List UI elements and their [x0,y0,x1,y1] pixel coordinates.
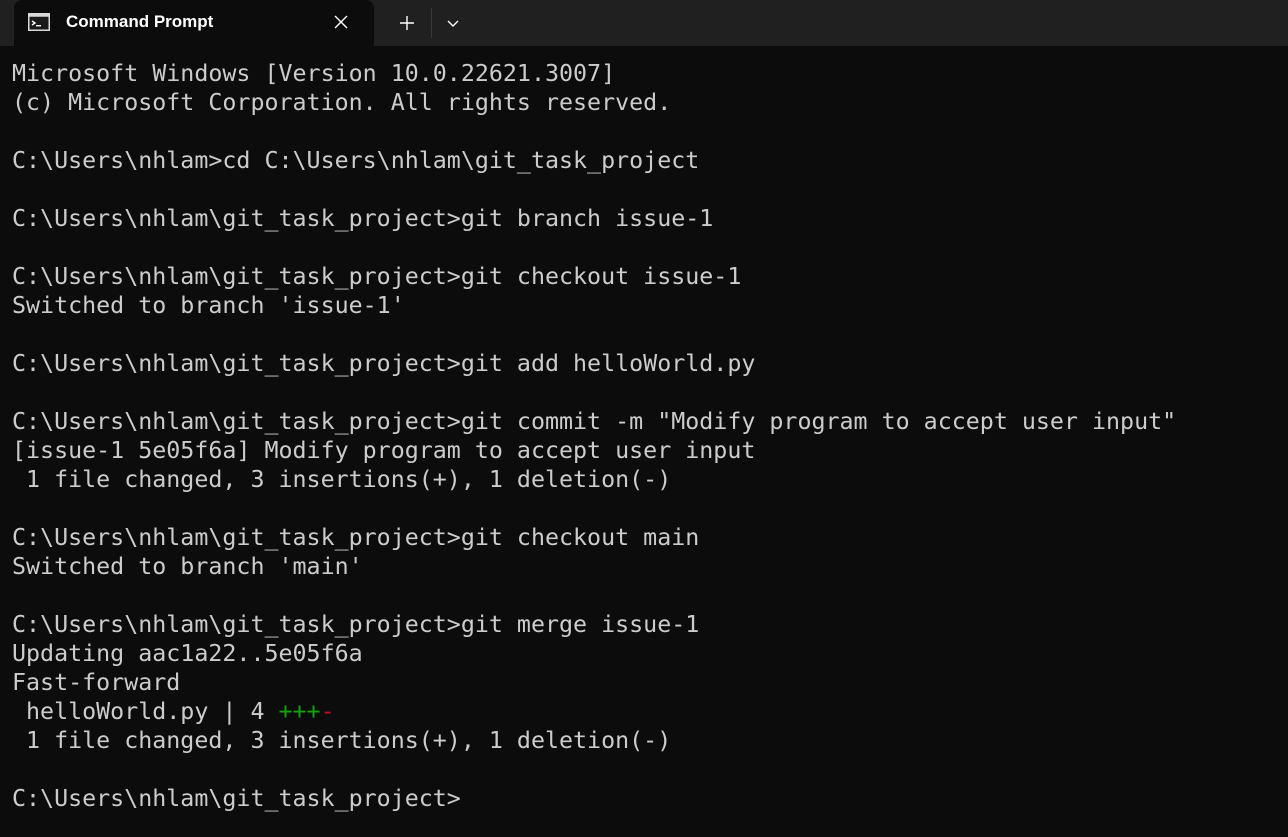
terminal-line: [issue-1 5e05f6a] Modify program to acce… [12,437,756,464]
terminal-line: C:\Users\nhlam>cd C:\Users\nhlam\git_tas… [12,147,700,174]
terminal-line: Fast-forward [12,669,181,696]
diffstat-text: helloWorld.py | 4 [12,698,279,725]
terminal-line: C:\Users\nhlam\git_task_project>git comm… [12,408,1177,435]
plus-icon[interactable] [392,9,422,37]
terminal-line: Updating aac1a22..5e05f6a [12,640,363,667]
toolbar-divider [431,8,432,38]
diffstat-deletions: - [320,698,335,725]
diffstat-insertions: +++ [278,698,321,725]
terminal-line: C:\Users\nhlam\git_task_project>git add … [12,350,756,377]
terminal-line: C:\Users\nhlam\git_task_project> [12,785,461,812]
terminal-line: Switched to branch 'main' [12,553,363,580]
terminal-window: Command Prompt Microsoft Windows [Versio… [0,0,1288,837]
terminal-line: C:\Users\nhlam\git_task_project>git merg… [12,611,700,638]
terminal-line: 1 file changed, 3 insertions(+), 1 delet… [12,727,672,754]
terminal-line: C:\Users\nhlam\git_task_project>git bran… [12,205,714,232]
terminal-line: 1 file changed, 3 insertions(+), 1 delet… [12,466,672,493]
diffstat-line: helloWorld.py | 4 +++- [12,697,1288,726]
terminal-output[interactable]: Microsoft Windows [Version 10.0.22621.30… [12,59,1288,813]
tab-command-prompt[interactable]: Command Prompt [14,0,374,46]
terminal-line: Microsoft Windows [Version 10.0.22621.30… [12,60,616,87]
terminal-line: (c) Microsoft Corporation. All rights re… [12,89,672,116]
close-icon[interactable] [330,11,352,33]
terminal-line: C:\Users\nhlam\git_task_project>git chec… [12,263,742,290]
cmd-icon [28,13,50,31]
chevron-down-icon[interactable] [440,9,466,37]
tab-title: Command Prompt [66,12,214,31]
terminal-line: C:\Users\nhlam\git_task_project>git chec… [12,524,700,551]
title-bar: Command Prompt [0,0,1288,46]
terminal-line: Switched to branch 'issue-1' [12,292,405,319]
